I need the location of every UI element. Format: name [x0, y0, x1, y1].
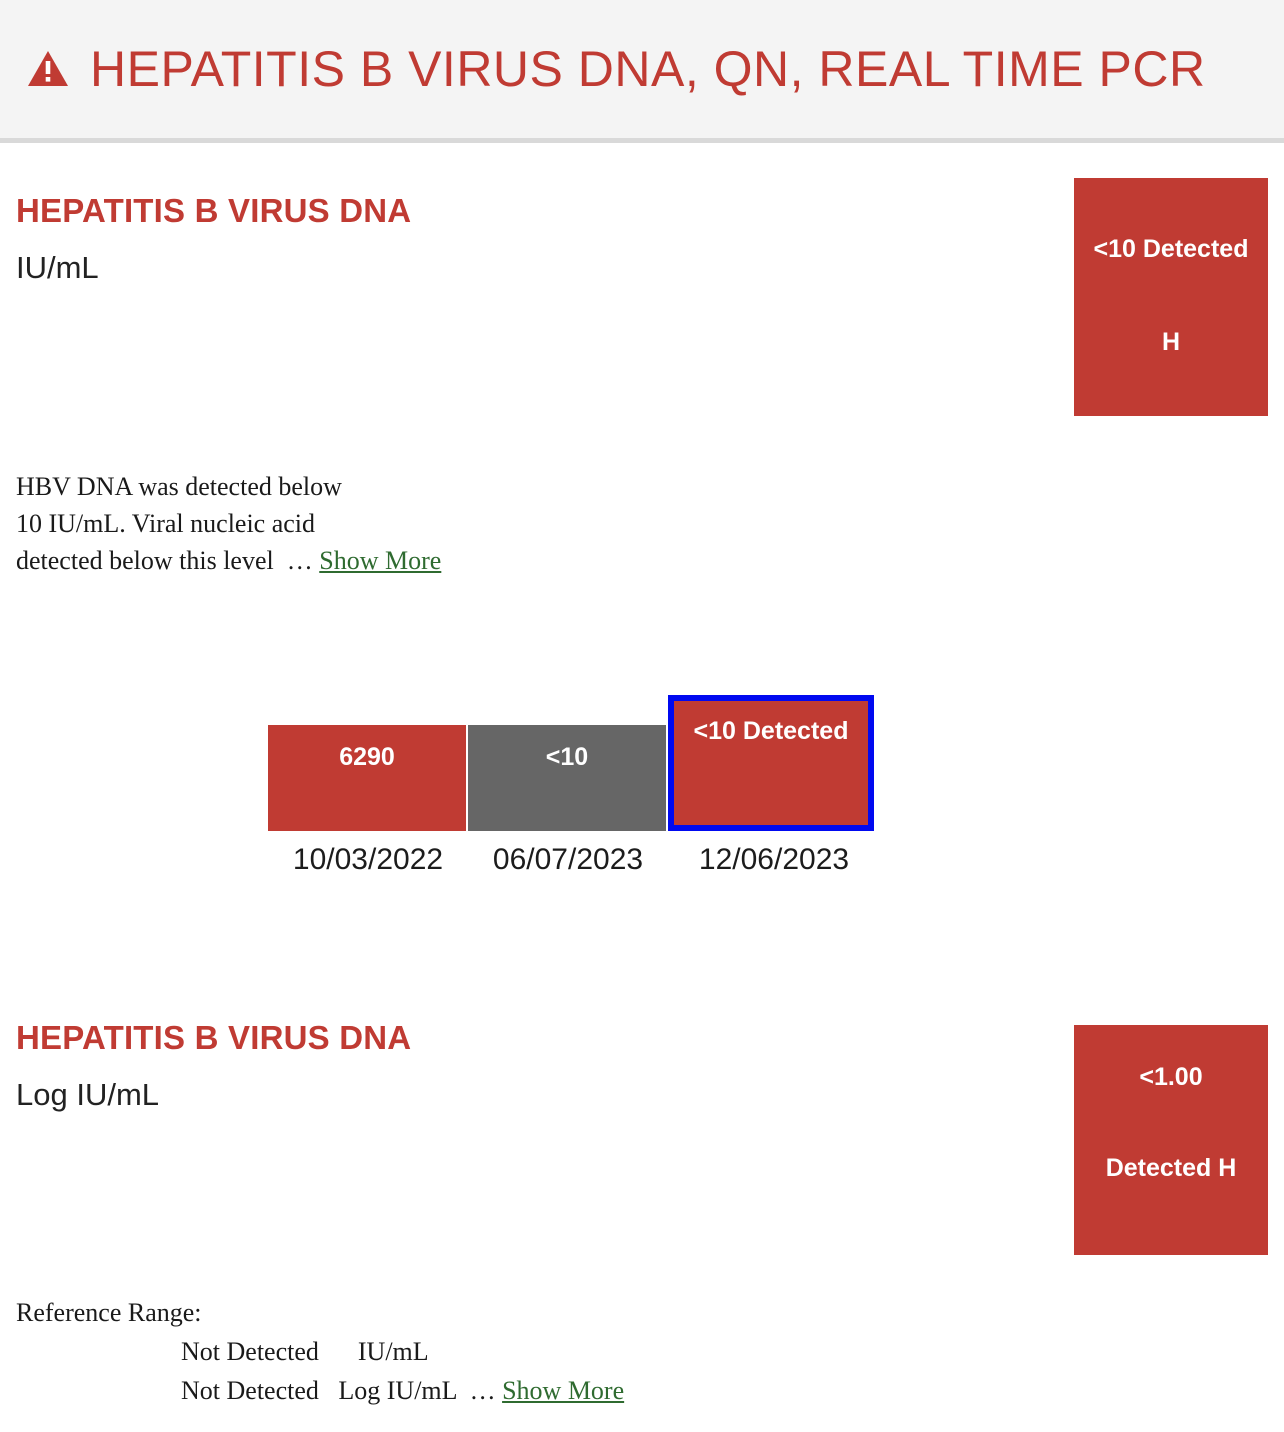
reference-range: Reference Range: Not Detected IU/mL Not …	[16, 1293, 624, 1410]
history-date-label: 06/07/2023	[492, 843, 644, 876]
result-comment: HBV DNA was detected below 10 IU/mL. Vir…	[16, 468, 441, 579]
abnormal-flag: H	[1161, 328, 1181, 356]
history-tiles: 6290 <10 <10 Detected	[268, 695, 874, 831]
warning-triangle-icon	[28, 51, 68, 86]
result-value: <10 Detected	[1093, 235, 1249, 263]
result-units: Log IU/mL	[16, 1077, 160, 1112]
comment-ellipsis: …	[286, 546, 313, 575]
reference-range-ellipsis: …	[469, 1376, 496, 1405]
reference-range-row-with-link: Not Detected Log IU/mL … Show More	[16, 1371, 624, 1410]
history-tile-selected[interactable]: <10 Detected	[668, 695, 874, 831]
show-more-link[interactable]: Show More	[319, 546, 441, 575]
history-tile[interactable]: <10	[468, 725, 666, 831]
history-date-label: 12/06/2023	[698, 843, 850, 876]
history-dates: 10/03/2022 06/07/2023 12/06/2023	[268, 843, 880, 877]
result-value-badge[interactable]: <10 Detected H	[1074, 178, 1268, 416]
result-history-chart: 6290 <10 <10 Detected 10/03/2022 06/07/2…	[0, 695, 1284, 890]
comment-line-2: 10 IU/mL. Viral nucleic acid	[16, 509, 316, 538]
history-tile-value: <10 Detected	[693, 717, 849, 745]
result-header: HEPATITIS B VIRUS DNA, QN, REAL TIME PCR	[0, 0, 1284, 143]
history-tile-value: 6290	[339, 743, 395, 771]
abnormal-flag: Detected H	[1105, 1154, 1237, 1182]
show-more-link[interactable]: Show More	[502, 1376, 624, 1405]
reference-range-row: Not Detected Log IU/mL	[181, 1376, 457, 1405]
history-tile[interactable]: 6290	[268, 725, 466, 831]
result-name: HEPATITIS B VIRUS DNA	[16, 192, 412, 229]
history-date-label: 10/03/2022	[292, 843, 444, 876]
history-tile-value: <10	[545, 743, 589, 771]
result-value-badge[interactable]: <1.00 Detected H	[1074, 1025, 1268, 1255]
reference-range-row: Not Detected IU/mL	[181, 1337, 429, 1366]
comment-line-1: HBV DNA was detected below	[16, 472, 342, 501]
result-units: IU/mL	[16, 250, 99, 285]
comment-line-3: detected below this level	[16, 546, 274, 575]
page-title: HEPATITIS B VIRUS DNA, QN, REAL TIME PCR	[90, 41, 1206, 97]
result-value: <1.00	[1139, 1063, 1203, 1091]
reference-range-label: Reference Range:	[16, 1298, 202, 1327]
result-name: HEPATITIS B VIRUS DNA	[16, 1019, 412, 1056]
